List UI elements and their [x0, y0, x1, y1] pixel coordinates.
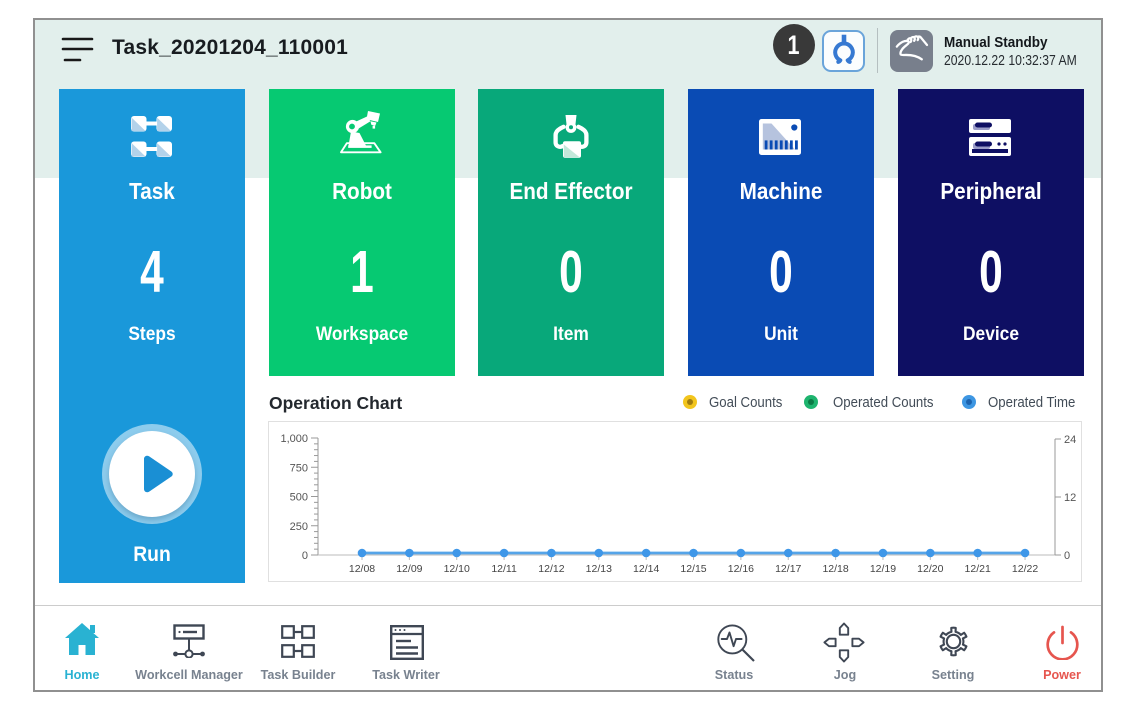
svg-text:12/09: 12/09 — [396, 563, 422, 575]
svg-text:0: 0 — [1064, 550, 1070, 562]
svg-text:0: 0 — [302, 550, 308, 562]
svg-text:12/21: 12/21 — [965, 563, 991, 575]
svg-text:250: 250 — [290, 521, 308, 533]
svg-text:12/13: 12/13 — [586, 563, 612, 575]
svg-text:12/16: 12/16 — [728, 563, 754, 575]
svg-text:12/19: 12/19 — [870, 563, 896, 575]
svg-text:24: 24 — [1064, 434, 1076, 446]
svg-text:12/11: 12/11 — [491, 563, 517, 575]
svg-text:12/08: 12/08 — [349, 563, 375, 575]
svg-text:500: 500 — [290, 492, 308, 504]
svg-text:12/17: 12/17 — [775, 563, 801, 575]
svg-text:12/10: 12/10 — [444, 563, 470, 575]
svg-text:12: 12 — [1064, 492, 1076, 504]
svg-text:12/22: 12/22 — [1012, 563, 1038, 575]
svg-text:1,000: 1,000 — [280, 433, 308, 445]
svg-text:750: 750 — [290, 462, 308, 474]
svg-text:12/20: 12/20 — [917, 563, 943, 575]
svg-text:12/12: 12/12 — [538, 563, 564, 575]
svg-text:12/18: 12/18 — [822, 563, 848, 575]
svg-text:12/14: 12/14 — [633, 563, 659, 575]
svg-text:12/15: 12/15 — [680, 563, 706, 575]
